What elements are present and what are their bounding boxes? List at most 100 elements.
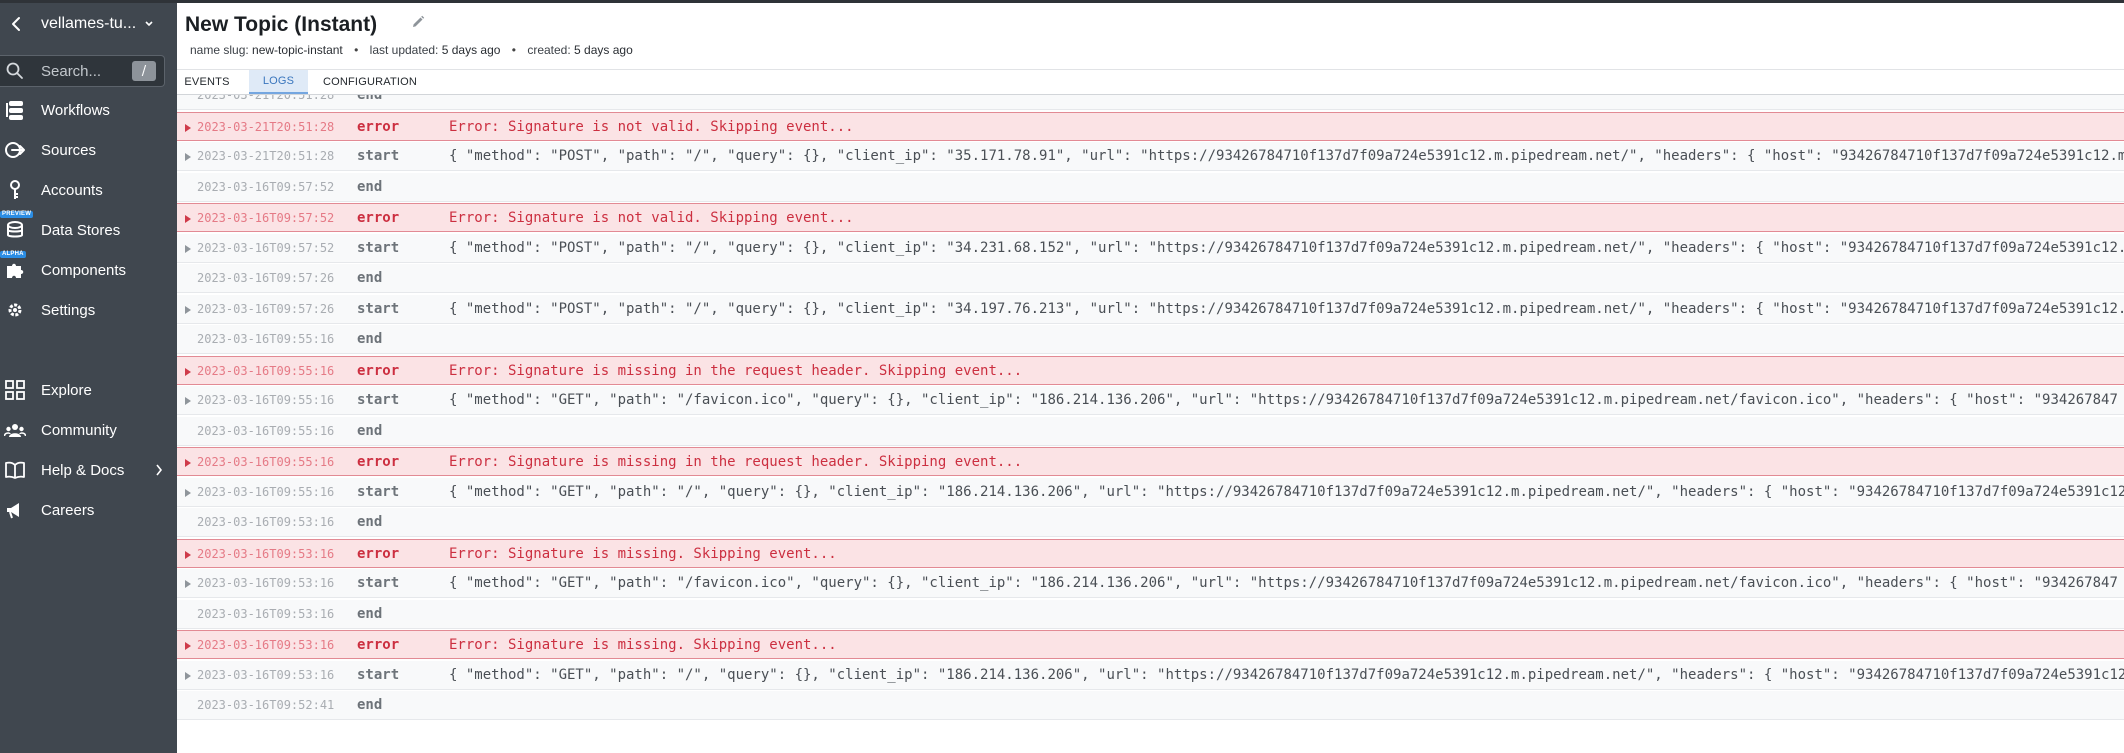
tab-logs[interactable]: LOGS: [249, 70, 308, 94]
updated-value: 5 days ago: [441, 43, 501, 57]
log-row[interactable]: 2023-03-16T09:55:16 start { "method": "GET…: [177, 386, 2124, 415]
log-message: Error: Signature is missing in the reque…: [449, 362, 1023, 379]
log-timestamp: 2023-03-16T09:53:16: [197, 515, 335, 529]
log-message: Error: Signature is not valid. Skipping …: [449, 118, 854, 135]
log-row[interactable]: 2023-03-21T20:51:28 start { "method": "POS…: [177, 142, 2124, 171]
log-level: error: [357, 545, 400, 562]
log-row[interactable]: 2023-03-16T09:53:16 start { "method": "GET…: [177, 569, 2124, 598]
log-level: error: [357, 636, 400, 653]
log-row: 2023-03-16T09:57:26 end: [177, 264, 2124, 293]
sidebar-item-community[interactable]: Community: [0, 412, 177, 448]
expand-triangle-icon[interactable]: [185, 672, 191, 680]
sources-icon: [3, 138, 27, 162]
search-box[interactable]: /: [0, 55, 165, 87]
sidebar-item-careers[interactable]: Careers: [0, 492, 177, 528]
sidebar-item-label: Careers: [41, 501, 95, 519]
sidebar-item-data-stores[interactable]: PREVIEW Data Stores: [0, 211, 177, 248]
expand-triangle-icon[interactable]: [185, 124, 191, 132]
expand-triangle-icon[interactable]: [185, 551, 191, 559]
log-message: Error: Signature is missing in the reque…: [449, 453, 1023, 470]
sidebar-item-label: Data Stores: [41, 221, 121, 239]
expand-triangle-icon[interactable]: [185, 245, 191, 253]
log-row[interactable]: 2023-03-16T09:57:26 start { "method": "POS…: [177, 295, 2124, 324]
log-timestamp: 2023-03-21T20:51:28: [197, 95, 335, 102]
log-level: start: [357, 667, 400, 683]
log-level: start: [357, 301, 400, 317]
log-row[interactable]: 2023-03-16T09:53:16 error Error: Signature…: [177, 539, 2124, 568]
expand-triangle-icon[interactable]: [185, 306, 191, 314]
sidebar-item-help-docs[interactable]: Help & Docs: [0, 452, 177, 488]
log-row[interactable]: 2023-03-21T20:51:28 error Error: Signature…: [177, 112, 2124, 141]
log-timestamp: 2023-03-16T09:53:16: [197, 668, 335, 682]
expand-triangle-icon[interactable]: [185, 459, 191, 467]
log-row[interactable]: 2023-03-16T09:57:52 error Error: Signature…: [177, 203, 2124, 232]
log-timestamp: 2023-03-16T09:53:16: [197, 607, 335, 621]
workspace-name[interactable]: vellames-tu...: [41, 15, 136, 33]
back-arrow-icon[interactable]: [5, 13, 27, 35]
log-row[interactable]: 2023-03-16T09:57:52 start { "method": "POS…: [177, 234, 2124, 263]
log-message: { "method": "POST", "path": "/", "query"…: [449, 240, 2124, 256]
book-icon: [3, 458, 27, 482]
search-input[interactable]: [41, 62, 127, 80]
workspace-switcher[interactable]: vellames-tu...: [0, 8, 177, 40]
log-timestamp: 2023-03-16T09:57:52: [197, 210, 335, 225]
log-level: error: [357, 453, 400, 470]
log-level: end: [357, 95, 383, 103]
sidebar-item-accounts[interactable]: Accounts: [0, 172, 177, 208]
log-level: end: [357, 331, 383, 347]
log-timestamp: 2023-03-16T09:57:52: [197, 180, 335, 194]
expand-triangle-icon[interactable]: [185, 397, 191, 405]
log-row[interactable]: 2023-03-16T09:55:16 error Error: Signature…: [177, 356, 2124, 385]
chevron-down-icon[interactable]: [144, 20, 154, 28]
expand-triangle-icon[interactable]: [185, 489, 191, 497]
puzzle-icon: [3, 258, 27, 282]
log-level: end: [357, 606, 383, 622]
tab-configuration[interactable]: CONFIGURATION: [315, 70, 425, 94]
slug-label: name slug:: [190, 43, 249, 57]
tab-events[interactable]: EVENTS: [181, 70, 233, 94]
created-value: 5 days ago: [574, 43, 633, 57]
log-level: start: [357, 484, 400, 500]
log-message: { "method": "GET", "path": "/favicon.ico…: [449, 575, 2118, 591]
created-label: created:: [527, 43, 571, 57]
log-level: error: [357, 209, 400, 226]
log-level: end: [357, 423, 383, 439]
expand-triangle-icon[interactable]: [185, 580, 191, 588]
log-row[interactable]: 2023-03-16T09:53:16 start { "method": "GET…: [177, 661, 2124, 690]
chevron-right-icon[interactable]: [155, 463, 163, 482]
log-level: end: [357, 697, 383, 713]
log-row[interactable]: 2023-03-16T09:53:16 error Error: Signature…: [177, 630, 2124, 659]
sidebar-item-label: Explore: [41, 381, 92, 399]
log-level: start: [357, 575, 400, 591]
source-meta: name slug: new-topic-instant • last upda…: [190, 43, 633, 57]
log-row: 2023-03-16T09:52:41 end: [177, 691, 2124, 720]
pencil-icon[interactable]: [411, 15, 425, 34]
log-message: Error: Signature is missing. Skipping ev…: [449, 636, 837, 653]
log-timestamp: 2023-03-16T09:55:16: [197, 393, 335, 407]
sidebar-item-settings[interactable]: Settings: [0, 292, 177, 328]
expand-triangle-icon[interactable]: [185, 215, 191, 223]
expand-triangle-icon[interactable]: [185, 368, 191, 376]
sidebar-item-sources[interactable]: Sources: [0, 132, 177, 168]
sidebar-item-label: Accounts: [41, 181, 103, 199]
search-icon: [5, 61, 25, 81]
expand-triangle-icon[interactable]: [185, 642, 191, 650]
megaphone-icon: [3, 498, 27, 522]
log-level: end: [357, 514, 383, 530]
log-timestamp: 2023-03-16T09:55:16: [197, 363, 335, 378]
log-timestamp: 2023-03-16T09:52:41: [197, 698, 335, 712]
log-timestamp: 2023-03-16T09:53:16: [197, 637, 335, 652]
sidebar-item-workflows[interactable]: Workflows: [0, 92, 177, 128]
sidebar-item-components[interactable]: ALPHA Components: [0, 251, 177, 288]
sidebar-item-label: Settings: [41, 301, 96, 319]
log-timestamp: 2023-03-16T09:55:16: [197, 485, 335, 499]
log-row[interactable]: 2023-03-16T09:55:16 start { "method": "GET…: [177, 478, 2124, 507]
log-message: { "method": "GET", "path": "/", "query":…: [449, 667, 2124, 683]
log-timestamp: 2023-03-16T09:53:16: [197, 576, 335, 590]
sidebar-item-explore[interactable]: Explore: [0, 372, 177, 408]
log-row[interactable]: 2023-03-16T09:55:16 error Error: Signature…: [177, 447, 2124, 476]
sidebar-item-label: Workflows: [41, 101, 110, 119]
alpha-badge: ALPHA: [0, 251, 26, 258]
expand-triangle-icon[interactable]: [185, 153, 191, 161]
search-shortcut-key: /: [132, 61, 156, 81]
